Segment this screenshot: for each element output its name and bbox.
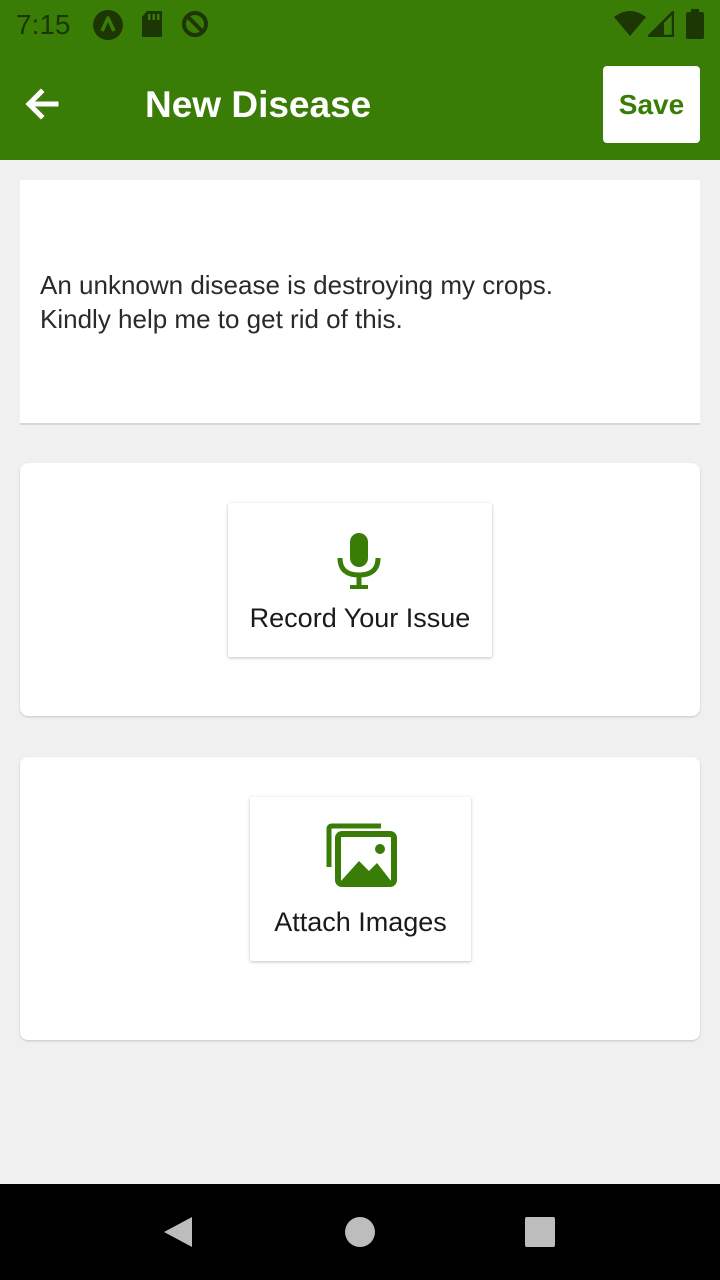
- home-circle-icon[interactable]: [344, 1216, 376, 1248]
- battery-icon: [686, 9, 704, 44]
- record-issue-button[interactable]: Record Your Issue: [228, 503, 492, 657]
- app-a-icon: [92, 9, 124, 46]
- app-bar: New Disease Save: [0, 50, 720, 160]
- description-field[interactable]: An unknown disease is destroying my crop…: [20, 180, 700, 425]
- wifi-icon: [614, 11, 646, 42]
- sd-card-icon: [140, 9, 164, 44]
- status-time: 7:15: [16, 9, 71, 40]
- microphone-icon: [337, 533, 381, 589]
- cell-signal-icon: [645, 8, 675, 42]
- sync-disabled-icon: [180, 9, 210, 44]
- page-title: New Disease: [145, 84, 372, 125]
- arrow-back-icon: [25, 88, 59, 120]
- save-button[interactable]: Save: [603, 66, 700, 143]
- attach-images-button[interactable]: Attach Images: [250, 797, 471, 961]
- description-text[interactable]: An unknown disease is destroying my crop…: [40, 268, 680, 336]
- back-triangle-icon[interactable]: [162, 1215, 194, 1249]
- record-card: Record Your Issue: [20, 463, 700, 716]
- record-issue-label: Record Your Issue: [249, 603, 471, 633]
- attach-card: Attach Images: [20, 757, 700, 1040]
- recents-square-icon[interactable]: [524, 1216, 556, 1248]
- status-bar: 7:15: [0, 0, 720, 50]
- system-nav-bar: [0, 1184, 720, 1280]
- attach-images-label: Attach Images: [274, 907, 447, 937]
- back-button[interactable]: [22, 84, 70, 128]
- photo-library-icon: [326, 823, 397, 887]
